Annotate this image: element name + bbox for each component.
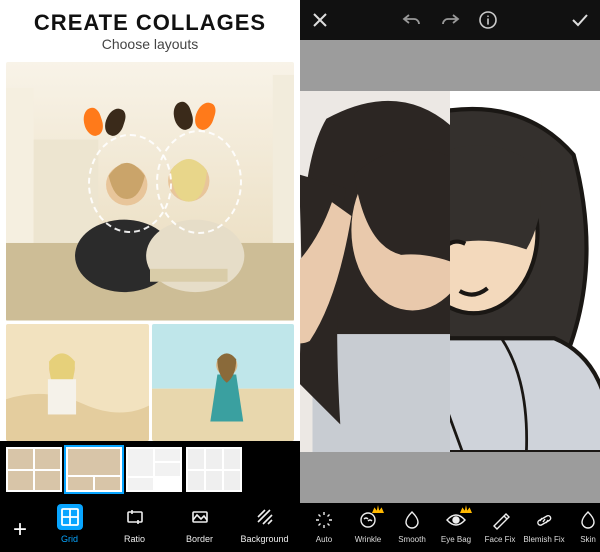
tool-eyebag[interactable]: Eye Bag [434, 509, 478, 544]
collage-toolbar: + Grid Ratio Border Background [0, 498, 300, 552]
tool-label: Auto [316, 535, 332, 544]
editor-canvas[interactable] [300, 40, 600, 503]
tool-ratio[interactable]: Ratio [103, 504, 166, 544]
tool-label: Wrinkle [355, 535, 382, 544]
border-icon [187, 504, 213, 530]
tool-wrinkle[interactable]: Wrinkle [346, 509, 390, 544]
editor-topbar [300, 0, 600, 40]
collage-cell-2[interactable] [6, 324, 149, 442]
tool-label: Skin [580, 535, 596, 544]
sticker-butterfly-1[interactable] [84, 108, 124, 143]
collage-cell-3[interactable] [152, 324, 295, 442]
tool-label: Blemish Fix [523, 535, 564, 544]
close-button[interactable] [310, 10, 330, 30]
ratio-icon [122, 504, 148, 530]
info-button[interactable] [478, 10, 498, 30]
beautify-toolbar: Auto Wrinkle Smooth Eye Bag Face Fix [300, 503, 600, 552]
page-subtitle: Choose layouts [0, 36, 300, 52]
collage-editor-pane: CREATE COLLAGES Choose layouts [0, 0, 300, 552]
cutout-selection-2[interactable] [156, 130, 242, 234]
tool-grid[interactable]: Grid [38, 504, 101, 544]
skin-icon [577, 509, 599, 531]
collage-photo-2 [6, 324, 149, 442]
photo-cartoon-half [450, 91, 600, 452]
page-title: CREATE COLLAGES [0, 10, 300, 36]
tool-label: Grid [61, 534, 78, 544]
tool-border[interactable]: Border [168, 504, 231, 544]
collage-canvas[interactable] [6, 62, 294, 441]
layout-thumbnails [0, 441, 300, 498]
tool-label: Face Fix [485, 535, 516, 544]
add-button[interactable]: + [4, 516, 36, 544]
layout-option-4grid[interactable] [6, 447, 62, 492]
photo-original-half [300, 91, 450, 452]
photo-split-compare [300, 91, 600, 452]
tool-label: Smooth [398, 535, 426, 544]
sticker-butterfly-2[interactable] [174, 102, 214, 137]
background-icon [252, 504, 278, 530]
facefix-icon [489, 509, 511, 531]
collage-header: CREATE COLLAGES Choose layouts [0, 0, 300, 58]
blemishfix-icon [533, 509, 555, 531]
collage-cell-main[interactable] [6, 62, 294, 321]
tool-auto[interactable]: Auto [302, 509, 346, 544]
smooth-icon [401, 509, 423, 531]
undo-button[interactable] [402, 10, 422, 30]
layout-option-mixed[interactable] [126, 447, 182, 492]
tool-facefix[interactable]: Face Fix [478, 509, 522, 544]
redo-button[interactable] [440, 10, 460, 30]
tool-smooth[interactable]: Smooth [390, 509, 434, 544]
layout-option-1-2[interactable] [66, 447, 122, 492]
apply-button[interactable] [570, 10, 590, 30]
tool-label: Border [186, 534, 213, 544]
auto-icon [313, 509, 335, 531]
layout-option-6grid[interactable] [186, 447, 242, 492]
tool-label: Ratio [124, 534, 145, 544]
tool-blemishfix[interactable]: Blemish Fix [522, 509, 566, 544]
tool-background[interactable]: Background [233, 504, 296, 544]
premium-crown-icon [460, 505, 472, 513]
collage-photo-3 [152, 324, 295, 442]
tool-label: Eye Bag [441, 535, 471, 544]
premium-crown-icon [372, 505, 384, 513]
tool-skin[interactable]: Skin [566, 509, 600, 544]
grid-icon [57, 504, 83, 530]
retouch-editor-pane: Auto Wrinkle Smooth Eye Bag Face Fix [300, 0, 600, 552]
tool-label: Background [240, 534, 288, 544]
